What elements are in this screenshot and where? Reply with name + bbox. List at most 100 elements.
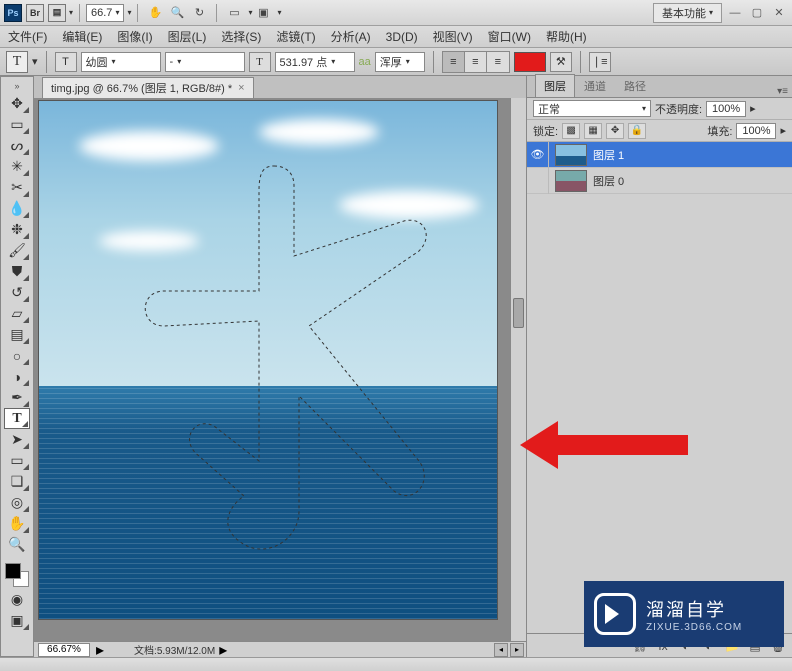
- lock-all-icon[interactable]: 🔒: [628, 123, 646, 139]
- dropdown-icon[interactable]: ▾: [127, 8, 131, 17]
- opacity-field[interactable]: 100%: [706, 101, 746, 117]
- quick-mask-button[interactable]: ◉: [4, 589, 30, 610]
- dropdown-icon[interactable]: ▾: [69, 8, 73, 17]
- menu-view[interactable]: 视图(V): [433, 28, 473, 45]
- visibility-toggle[interactable]: 👁: [527, 142, 549, 168]
- zoom-field[interactable]: 66.67%: [38, 643, 90, 657]
- move-tool[interactable]: ✥: [4, 93, 30, 114]
- hand-tool-icon[interactable]: ✋: [144, 3, 166, 23]
- hand-tool[interactable]: ✋: [4, 513, 30, 534]
- tab-channels[interactable]: 通道: [575, 74, 615, 97]
- vertical-scrollbar[interactable]: [510, 98, 526, 641]
- character-panel-button[interactable]: ❘≡: [589, 52, 611, 72]
- minimize-button[interactable]: —: [726, 7, 744, 19]
- layer-name[interactable]: 图层 0: [593, 173, 624, 189]
- dropdown-icon: ▾: [709, 8, 713, 17]
- pen-tool[interactable]: ✒: [4, 387, 30, 408]
- lock-transparency-icon[interactable]: ▩: [562, 123, 580, 139]
- scrollbar-thumb[interactable]: [513, 298, 524, 328]
- photoshop-icon[interactable]: Ps: [4, 4, 22, 22]
- zoom-tool-icon[interactable]: 🔍: [166, 3, 188, 23]
- eyedropper-tool[interactable]: 💧: [4, 198, 30, 219]
- layer-row[interactable]: 图层 0: [527, 168, 792, 194]
- clone-stamp-tool[interactable]: ⛊: [4, 261, 30, 282]
- tab-paths[interactable]: 路径: [615, 74, 655, 97]
- opacity-slider-icon[interactable]: ▸: [750, 102, 756, 115]
- brush-tool[interactable]: 🖌: [4, 240, 30, 261]
- zoom-menu-icon[interactable]: ▸: [96, 640, 104, 658]
- restore-button[interactable]: ▢: [748, 6, 766, 19]
- panel-menu-icon[interactable]: ▾≡: [777, 86, 788, 97]
- eraser-tool[interactable]: ▱: [4, 303, 30, 324]
- tab-layers[interactable]: 图层: [535, 74, 575, 97]
- layer-thumbnail[interactable]: [555, 144, 587, 166]
- antialias-combo[interactable]: 浑厚 ▾: [375, 52, 425, 72]
- crop-tool[interactable]: ✂: [4, 177, 30, 198]
- blend-mode-combo[interactable]: 正常 ▾: [533, 100, 651, 117]
- dropdown-icon[interactable]: ▾: [32, 55, 38, 68]
- quick-select-tool[interactable]: ✳: [4, 156, 30, 177]
- document-tab[interactable]: timg.jpg @ 66.7% (图层 1, RGB/8#) * ×: [42, 77, 254, 98]
- history-brush-tool[interactable]: ↺: [4, 282, 30, 303]
- tool-preset-icon[interactable]: T: [6, 51, 28, 73]
- 3d-tool[interactable]: ❏: [4, 471, 30, 492]
- workspace-switcher[interactable]: 基本功能 ▾: [653, 3, 722, 23]
- path-select-tool[interactable]: ➤: [4, 429, 30, 450]
- layer-name[interactable]: 图层 1: [593, 147, 624, 163]
- arrange-docs-icon[interactable]: ▣: [252, 3, 274, 23]
- color-swatches[interactable]: [3, 561, 31, 589]
- menu-layer[interactable]: 图层(L): [168, 28, 207, 45]
- font-family-combo[interactable]: 幼圆 ▾: [81, 52, 161, 72]
- foreground-color-swatch[interactable]: [5, 563, 21, 579]
- canvas-viewport[interactable]: 66.67% ▸ 文档:5.93M/12.0M ▸ ◂ ▸: [34, 98, 526, 657]
- screen-mode-button[interactable]: ▣: [4, 610, 30, 631]
- close-button[interactable]: ✕: [770, 6, 788, 19]
- warp-text-button[interactable]: ⚒: [550, 52, 572, 72]
- menu-window[interactable]: 窗口(W): [488, 28, 531, 45]
- menu-3d[interactable]: 3D(D): [386, 30, 418, 44]
- lasso-tool[interactable]: ᔕ: [4, 135, 30, 156]
- rotate-view-icon[interactable]: ↻: [188, 3, 210, 23]
- lock-pixels-icon[interactable]: ▦: [584, 123, 602, 139]
- font-size-combo[interactable]: 531.97 点 ▾: [275, 52, 355, 72]
- visibility-toggle[interactable]: [527, 168, 549, 194]
- doc-info-menu-icon[interactable]: ▸: [219, 640, 227, 658]
- layer-thumbnail[interactable]: [555, 170, 587, 192]
- menu-analysis[interactable]: 分析(A): [331, 28, 371, 45]
- dropdown-icon[interactable]: ▾: [277, 8, 281, 17]
- 3d-camera-tool[interactable]: ◎: [4, 492, 30, 513]
- align-left-button[interactable]: ≡: [443, 52, 465, 72]
- close-icon[interactable]: ×: [238, 82, 244, 94]
- layer-row[interactable]: 👁 图层 1: [527, 142, 792, 168]
- bridge-icon[interactable]: Br: [26, 4, 44, 22]
- menu-help[interactable]: 帮助(H): [546, 28, 587, 45]
- scroll-left-button[interactable]: ◂: [494, 643, 508, 657]
- minibridge-icon[interactable]: ▤: [48, 4, 66, 22]
- zoom-level-combo[interactable]: 66.7 ▾: [86, 4, 124, 22]
- font-style-combo[interactable]: - ▾: [165, 52, 245, 72]
- dodge-tool[interactable]: ◑: [4, 366, 30, 387]
- shape-tool[interactable]: ▭: [4, 450, 30, 471]
- type-tool[interactable]: T: [4, 408, 30, 429]
- align-right-button[interactable]: ≡: [487, 52, 509, 72]
- menu-edit[interactable]: 编辑(E): [62, 28, 102, 45]
- menu-select[interactable]: 选择(S): [221, 28, 261, 45]
- fill-field[interactable]: 100%: [736, 123, 776, 139]
- gradient-tool[interactable]: ▤: [4, 324, 30, 345]
- text-orientation-button[interactable]: T: [55, 52, 77, 72]
- blur-tool[interactable]: ○: [4, 345, 30, 366]
- menu-file[interactable]: 文件(F): [8, 28, 47, 45]
- screen-mode-icon[interactable]: ▭: [223, 3, 245, 23]
- menu-filter[interactable]: 滤镜(T): [276, 28, 315, 45]
- fill-slider-icon[interactable]: ▸: [780, 124, 786, 137]
- menu-image[interactable]: 图像(I): [117, 28, 152, 45]
- align-center-button[interactable]: ≡: [465, 52, 487, 72]
- canvas[interactable]: [38, 100, 498, 620]
- lock-position-icon[interactable]: ✥: [606, 123, 624, 139]
- marquee-tool[interactable]: ▭: [4, 114, 30, 135]
- scroll-right-button[interactable]: ▸: [510, 643, 524, 657]
- toolbox-expand-icon[interactable]: »: [14, 81, 19, 91]
- healing-brush-tool[interactable]: ❉: [4, 219, 30, 240]
- zoom-tool[interactable]: 🔍: [4, 534, 30, 555]
- text-color-swatch[interactable]: [514, 52, 546, 72]
